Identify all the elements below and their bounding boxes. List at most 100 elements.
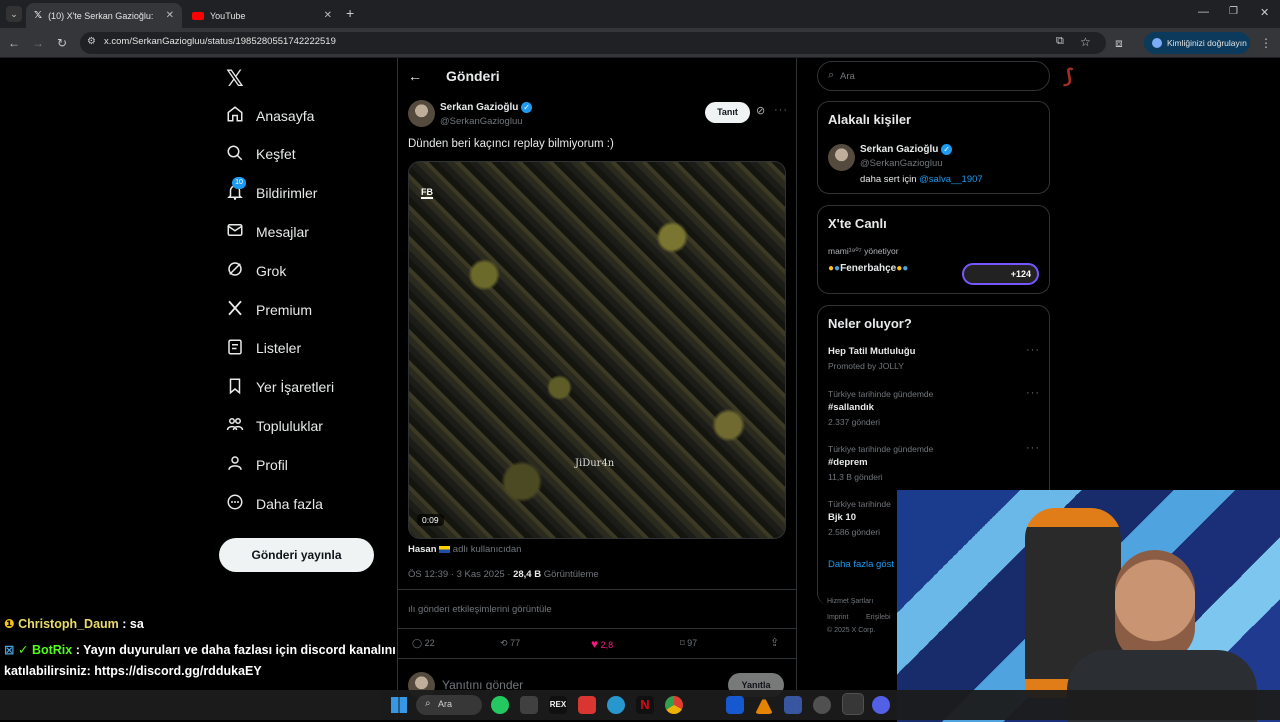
close-window-icon[interactable]: ✕	[1260, 6, 1269, 19]
site-info-icon[interactable]: ⚙	[87, 36, 96, 47]
reply-action[interactable]: ◯ 22	[412, 638, 435, 649]
divider	[398, 658, 796, 659]
like-action[interactable]: ♥ 2,8	[591, 637, 613, 651]
chrome-active-icon[interactable]	[842, 693, 864, 715]
author-handle[interactable]: @SerkanGaziogluu	[440, 116, 523, 127]
forward-icon[interactable]: →	[30, 35, 46, 51]
settings-icon[interactable]	[813, 696, 831, 714]
footer-accessibility[interactable]: Erişilebi	[866, 614, 891, 621]
related-avatar[interactable]	[828, 144, 855, 171]
follow-button[interactable]: Tanıt	[705, 102, 750, 123]
restore-icon[interactable]: ❐	[1229, 6, 1238, 17]
telegram-icon[interactable]	[607, 696, 625, 714]
more-options-icon[interactable]: ···	[1026, 442, 1040, 454]
rex-icon[interactable]: REX	[549, 696, 567, 714]
network-icon[interactable]	[784, 696, 802, 714]
more-options-icon[interactable]: ···	[1026, 344, 1040, 356]
live-card: X'te Canlı mami¹⁹⁰⁷ yönetiyor ●●Fenerbah…	[817, 205, 1050, 294]
trend-subtitle: 2.586 gönderi	[828, 527, 880, 537]
footer-imprint[interactable]: Imprint	[827, 614, 848, 621]
more-options-icon[interactable]: ···	[1026, 387, 1040, 399]
bot-badge-icon: ⊠	[4, 643, 15, 657]
reload-icon[interactable]: ↻	[54, 35, 70, 51]
nav-item-bookmark[interactable]: Yer İşaretleri	[226, 377, 334, 398]
related-title: Alakalı kişiler	[828, 112, 912, 127]
repost-action[interactable]: ⟲ 77	[500, 638, 520, 649]
media-icon[interactable]	[520, 696, 538, 714]
back-icon[interactable]: ←	[6, 35, 22, 51]
avatar[interactable]	[408, 100, 435, 127]
nav-item-bell[interactable]: 10 Bildirimler	[226, 176, 317, 204]
nav-item-x-logo[interactable]: Premium	[226, 299, 312, 320]
verify-label: Kimliğinizi doğrulayın	[1167, 38, 1247, 48]
browser-toolbar: ← → ↻ ⚙ x.com/SerkanGaziogluu/status/198…	[0, 28, 1280, 58]
tab-active[interactable]: 𝕏 (10) X'te Serkan Gazioğlu: "Dün ✕	[26, 3, 182, 28]
bookmark-icon	[226, 377, 244, 398]
chrome-icon[interactable]	[665, 696, 683, 714]
bitwarden-icon[interactable]	[726, 696, 744, 714]
trend-subtitle: 11,3 B gönderi	[828, 472, 883, 482]
search-box[interactable]: ⌕ Ara	[817, 61, 1050, 91]
related-name-row[interactable]: Serkan Gazioğlu ✓	[860, 144, 953, 155]
footer-terms[interactable]: Hizmet Şartları	[827, 598, 873, 605]
mail-icon	[226, 221, 244, 242]
show-more-link[interactable]: Daha fazla göst	[828, 559, 894, 570]
nav-item-mail[interactable]: Mesajlar	[226, 221, 309, 242]
bookmark-action[interactable]: ⌑ 97	[680, 638, 697, 649]
nav-item-search[interactable]: Keşfet	[226, 144, 296, 165]
nav-label: Premium	[256, 301, 313, 318]
author-name-row[interactable]: Serkan Gazioğlu ✓	[440, 102, 533, 113]
discord-icon[interactable]	[872, 696, 890, 714]
engagements-link[interactable]: ılı gönderi etkileşimlerini görüntüle	[408, 604, 552, 615]
tab-search-icon[interactable]: ⌄	[6, 6, 22, 22]
whatsapp-icon[interactable]	[491, 696, 509, 714]
related-handle[interactable]: @SerkanGaziogluu	[860, 158, 943, 169]
back-arrow-icon[interactable]: ←	[408, 68, 422, 84]
windows-start-icon[interactable]	[391, 697, 407, 713]
new-tab-button[interactable]: +	[346, 5, 354, 21]
netflix-icon[interactable]: N	[636, 696, 654, 714]
extensions-icon[interactable]: ⧈	[1111, 35, 1127, 51]
live-space-name[interactable]: ●●Fenerbahçe●●	[828, 263, 908, 274]
install-icon[interactable]: ⧉	[1056, 35, 1064, 48]
credit-name[interactable]: Hasan	[408, 544, 437, 555]
nav-item-communities[interactable]: Topluluklar	[226, 415, 323, 436]
author-name[interactable]: Serkan Gazioğlu	[440, 102, 518, 113]
post-column: ← Gönderi Serkan Gazioğlu ✓ @SerkanGazio…	[397, 58, 797, 720]
post-time[interactable]: ÖS 12:39 · 3 Kas 2025 ·	[408, 569, 510, 580]
close-tab-icon[interactable]: ✕	[166, 10, 174, 21]
more-options-icon[interactable]: ···	[774, 104, 788, 116]
youtube-favicon-icon	[192, 11, 204, 20]
verify-identity-button[interactable]: Kimliğinizi doğrulayın	[1144, 32, 1250, 54]
x-logo-icon[interactable]: 𝕏	[226, 66, 244, 92]
trend-title: #sallandık	[828, 402, 874, 413]
taskbar-search[interactable]: ⌕ Ara	[416, 695, 482, 715]
tab-youtube[interactable]: YouTube ✕	[184, 3, 340, 28]
post-video[interactable]: FB JiDur4n 0:09	[408, 161, 786, 539]
menu-icon[interactable]: ⋮	[1258, 35, 1274, 51]
nav-item-more[interactable]: Daha fazla	[226, 493, 323, 514]
nav-item-list[interactable]: Listeler	[226, 338, 301, 359]
live-host[interactable]: mami¹⁹⁰⁷ yönetiyor	[828, 246, 899, 257]
browser-tabstrip: ⌄ 𝕏 (10) X'te Serkan Gazioğlu: "Dün ✕ Yo…	[0, 0, 1280, 28]
url-text[interactable]: x.com/SerkanGaziogluu/status/19852805517…	[104, 36, 336, 47]
circle-icon: ●	[902, 263, 909, 274]
address-bar[interactable]: ⚙ x.com/SerkanGaziogluu/status/198528055…	[80, 32, 1106, 54]
vlc-icon[interactable]	[755, 696, 773, 714]
live-listeners[interactable]: +124	[962, 263, 1039, 285]
minimize-icon[interactable]: —	[1198, 6, 1209, 18]
chat-badge-icon: ❶	[4, 617, 15, 631]
post-button[interactable]: Gönderi yayınla	[219, 538, 374, 572]
related-people-card: Alakalı kişiler Serkan Gazioğlu ✓ @Serka…	[817, 101, 1050, 194]
views-label: Görüntüleme	[543, 569, 599, 580]
bookmark-star-icon[interactable]: ☆	[1080, 35, 1091, 49]
related-bio-link[interactable]: @salva__1907	[919, 174, 983, 185]
divider	[398, 589, 796, 590]
share-icon[interactable]: ⇪	[770, 636, 779, 649]
nav-item-profile[interactable]: Profil	[226, 454, 288, 475]
grok-icon[interactable]: ⊘	[756, 104, 765, 117]
anydesk-icon[interactable]	[578, 696, 596, 714]
nav-item-home[interactable]: Anasayfa	[226, 105, 314, 126]
close-tab-icon[interactable]: ✕	[324, 10, 332, 21]
nav-item-grok[interactable]: Grok	[226, 260, 286, 281]
